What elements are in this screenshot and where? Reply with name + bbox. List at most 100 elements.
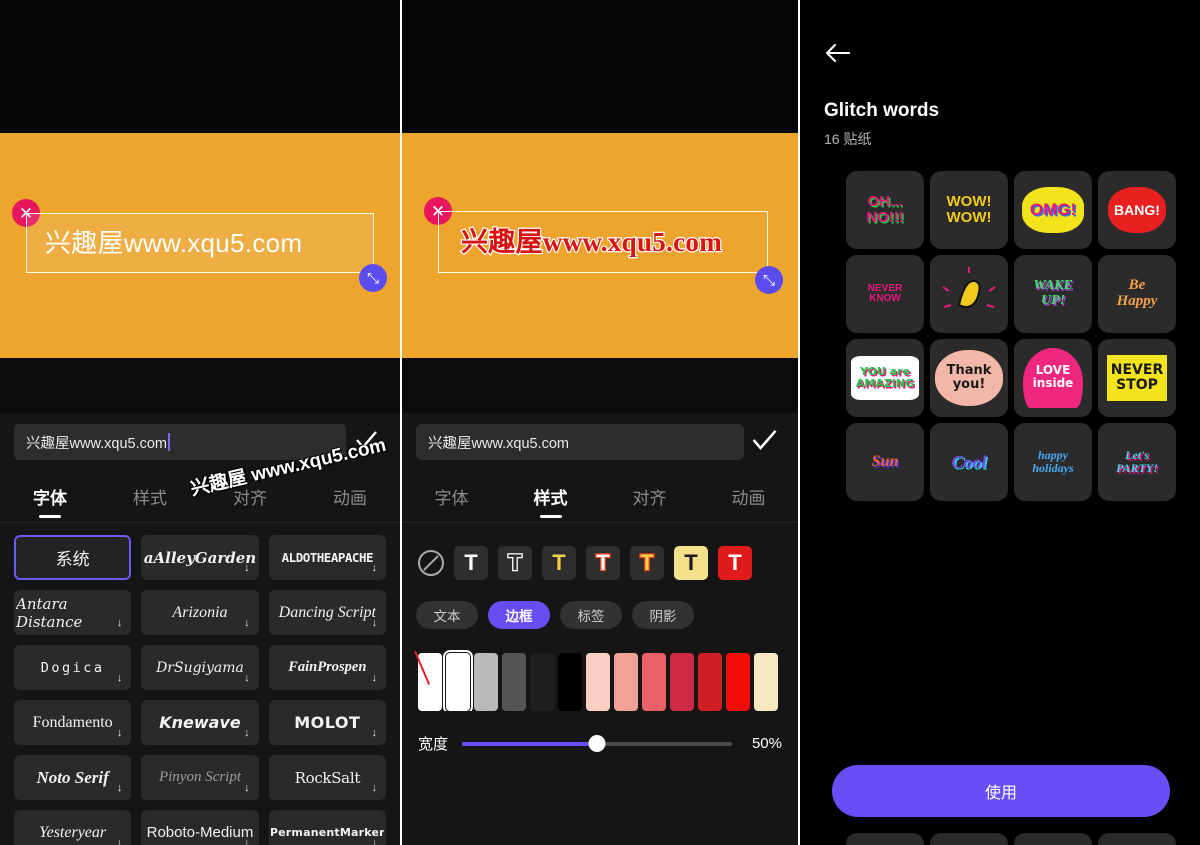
style-preset-yellow-on-red[interactable]: T bbox=[630, 546, 664, 580]
sticker-banana[interactable] bbox=[930, 255, 1008, 333]
color-swatch[interactable] bbox=[698, 653, 722, 711]
tab-style[interactable]: 样式 bbox=[501, 471, 600, 522]
color-swatch[interactable] bbox=[642, 653, 666, 711]
width-slider-knob[interactable] bbox=[588, 735, 606, 752]
sticker-never-stop-exploring[interactable]: NEVER STOP bbox=[1098, 339, 1176, 417]
download-icon[interactable]: ↓ bbox=[372, 837, 378, 845]
tab-animation[interactable]: 动画 bbox=[699, 471, 798, 522]
download-icon[interactable]: ↓ bbox=[372, 672, 378, 684]
style-preset-white-on-red[interactable]: T bbox=[586, 546, 620, 580]
download-icon[interactable]: ↓ bbox=[117, 837, 123, 845]
confirm-check-icon[interactable] bbox=[346, 427, 386, 458]
download-icon[interactable]: ↓ bbox=[372, 617, 378, 629]
sticker-cool[interactable]: Cool bbox=[930, 423, 1008, 501]
sticker-sun[interactable]: Sun bbox=[846, 423, 924, 501]
color-swatch[interactable] bbox=[502, 653, 526, 711]
font-cell[interactable]: 系统 bbox=[14, 535, 132, 580]
sticker-you-are-amazing[interactable]: YOU are AMAZING bbox=[846, 339, 924, 417]
download-icon[interactable]: ↓ bbox=[244, 562, 250, 574]
resize-handle[interactable]: ⤡ bbox=[359, 264, 387, 292]
style-preset-plain-white[interactable]: T bbox=[454, 546, 488, 580]
font-cell[interactable]: Roboto-Medium ↓ bbox=[141, 810, 259, 845]
download-icon[interactable]: ↓ bbox=[117, 617, 123, 629]
font-cell[interactable]: aAlleyGarden ↓ bbox=[141, 535, 259, 580]
color-swatch[interactable] bbox=[586, 653, 610, 711]
tab-font[interactable]: 字体 bbox=[402, 471, 501, 522]
sticker-wow-wow[interactable]: WOW! WOW! bbox=[930, 171, 1008, 249]
color-swatch[interactable] bbox=[530, 653, 554, 711]
sticker-happy-holidays[interactable]: happy holidays bbox=[1014, 423, 1092, 501]
font-cell[interactable]: Dogica ↓ bbox=[14, 645, 132, 690]
download-icon[interactable]: ↓ bbox=[244, 672, 250, 684]
text-object-1[interactable]: 兴趣屋www.xqu5.com bbox=[26, 213, 374, 273]
style-preset-plain-yellow[interactable]: T bbox=[542, 546, 576, 580]
width-slider-track[interactable] bbox=[462, 735, 732, 752]
font-cell[interactable]: PermanentMarker ↓ bbox=[268, 810, 386, 845]
color-swatch[interactable] bbox=[558, 653, 582, 711]
font-cell[interactable]: FainProspen ↓ bbox=[268, 645, 386, 690]
sticker-partial[interactable] bbox=[1014, 833, 1092, 845]
sticker-love-inside[interactable]: LOVE inside bbox=[1014, 339, 1092, 417]
canvas-preview-2[interactable]: ✕ 兴趣屋www.xqu5.com ⤡ bbox=[402, 133, 798, 358]
download-icon[interactable]: ↓ bbox=[244, 617, 250, 629]
style-preset-white-on-red-fill[interactable]: T bbox=[718, 546, 752, 580]
color-swatch[interactable] bbox=[670, 653, 694, 711]
sticker-partial[interactable] bbox=[1098, 833, 1176, 845]
subtab-shadow[interactable]: 阴影 bbox=[632, 601, 694, 629]
download-icon[interactable]: ↓ bbox=[372, 727, 378, 739]
sticker-thank-you[interactable]: Thank you! bbox=[930, 339, 1008, 417]
sticker-bang[interactable]: BANG! bbox=[1098, 171, 1176, 249]
use-button[interactable]: 使用 bbox=[832, 765, 1170, 817]
color-swatch[interactable] bbox=[443, 650, 473, 711]
subtab-text[interactable]: 文本 bbox=[416, 601, 478, 629]
back-arrow-icon[interactable] bbox=[824, 42, 1200, 68]
color-swatch[interactable] bbox=[474, 653, 498, 711]
download-icon[interactable]: ↓ bbox=[372, 562, 378, 574]
sticker-omg[interactable]: OMG! bbox=[1014, 171, 1092, 249]
font-cell[interactable]: ALDOTHEAPACHE ↓ bbox=[268, 535, 386, 580]
canvas-preview-1[interactable]: ✕ 兴趣屋www.xqu5.com ⤡ bbox=[0, 133, 400, 358]
download-icon[interactable]: ↓ bbox=[117, 672, 123, 684]
download-icon[interactable]: ↓ bbox=[244, 782, 250, 794]
font-cell[interactable]: DrSugiyama ↓ bbox=[141, 645, 259, 690]
text-input-2[interactable]: 兴趣屋www.xqu5.com bbox=[416, 424, 744, 460]
font-cell[interactable]: Fondamento ↓ bbox=[14, 700, 132, 745]
download-icon[interactable]: ↓ bbox=[117, 782, 123, 794]
sticker-be-happy[interactable]: Be Happy bbox=[1098, 255, 1176, 333]
tab-align[interactable]: 对齐 bbox=[600, 471, 699, 522]
font-cell[interactable]: MOLOT ↓ bbox=[268, 700, 386, 745]
sticker-partial[interactable] bbox=[930, 833, 1008, 845]
subtab-label[interactable]: 标签 bbox=[560, 601, 622, 629]
color-swatch[interactable] bbox=[726, 653, 750, 711]
font-cell[interactable]: Yesteryear ↓ bbox=[14, 810, 132, 845]
font-cell[interactable]: RockSalt ↓ bbox=[268, 755, 386, 800]
sticker-if-you-never-try[interactable]: NEVER KNOW bbox=[846, 255, 924, 333]
sticker-lets-party[interactable]: Let's PARTY! bbox=[1098, 423, 1176, 501]
download-icon[interactable]: ↓ bbox=[244, 727, 250, 739]
color-swatch-none[interactable] bbox=[418, 653, 442, 711]
subtab-border[interactable]: 边框 bbox=[488, 601, 550, 629]
font-cell[interactable]: Noto Serif ↓ bbox=[14, 755, 132, 800]
style-preset-outline-white[interactable]: T bbox=[498, 546, 532, 580]
tab-style[interactable]: 样式 bbox=[100, 471, 200, 522]
text-input-1[interactable]: 兴趣屋www.xqu5.com bbox=[14, 424, 346, 460]
font-cell[interactable]: Dancing Script ↓ bbox=[268, 590, 386, 635]
tab-animation[interactable]: 动画 bbox=[300, 471, 400, 522]
style-preset-black-on-yellow[interactable]: T bbox=[674, 546, 708, 580]
text-object-2[interactable]: 兴趣屋www.xqu5.com bbox=[438, 211, 768, 273]
color-swatch[interactable] bbox=[754, 653, 778, 711]
download-icon[interactable]: ↓ bbox=[372, 782, 378, 794]
sticker-oh-no[interactable]: OH... NO!!! bbox=[846, 171, 924, 249]
font-cell[interactable]: Arizonia ↓ bbox=[141, 590, 259, 635]
download-icon[interactable]: ↓ bbox=[244, 837, 250, 845]
sticker-partial[interactable] bbox=[846, 833, 924, 845]
font-cell[interactable]: Knewave ↓ bbox=[141, 700, 259, 745]
font-cell[interactable]: Pinyon Script ↓ bbox=[141, 755, 259, 800]
tab-align[interactable]: 对齐 bbox=[200, 471, 300, 522]
confirm-check-icon[interactable] bbox=[744, 425, 784, 460]
resize-handle[interactable]: ⤡ bbox=[755, 266, 783, 294]
tab-font[interactable]: 字体 bbox=[0, 471, 100, 522]
download-icon[interactable]: ↓ bbox=[117, 727, 123, 739]
style-preset-none-icon[interactable] bbox=[418, 550, 444, 576]
font-cell[interactable]: Antara Distance ↓ bbox=[14, 590, 132, 635]
